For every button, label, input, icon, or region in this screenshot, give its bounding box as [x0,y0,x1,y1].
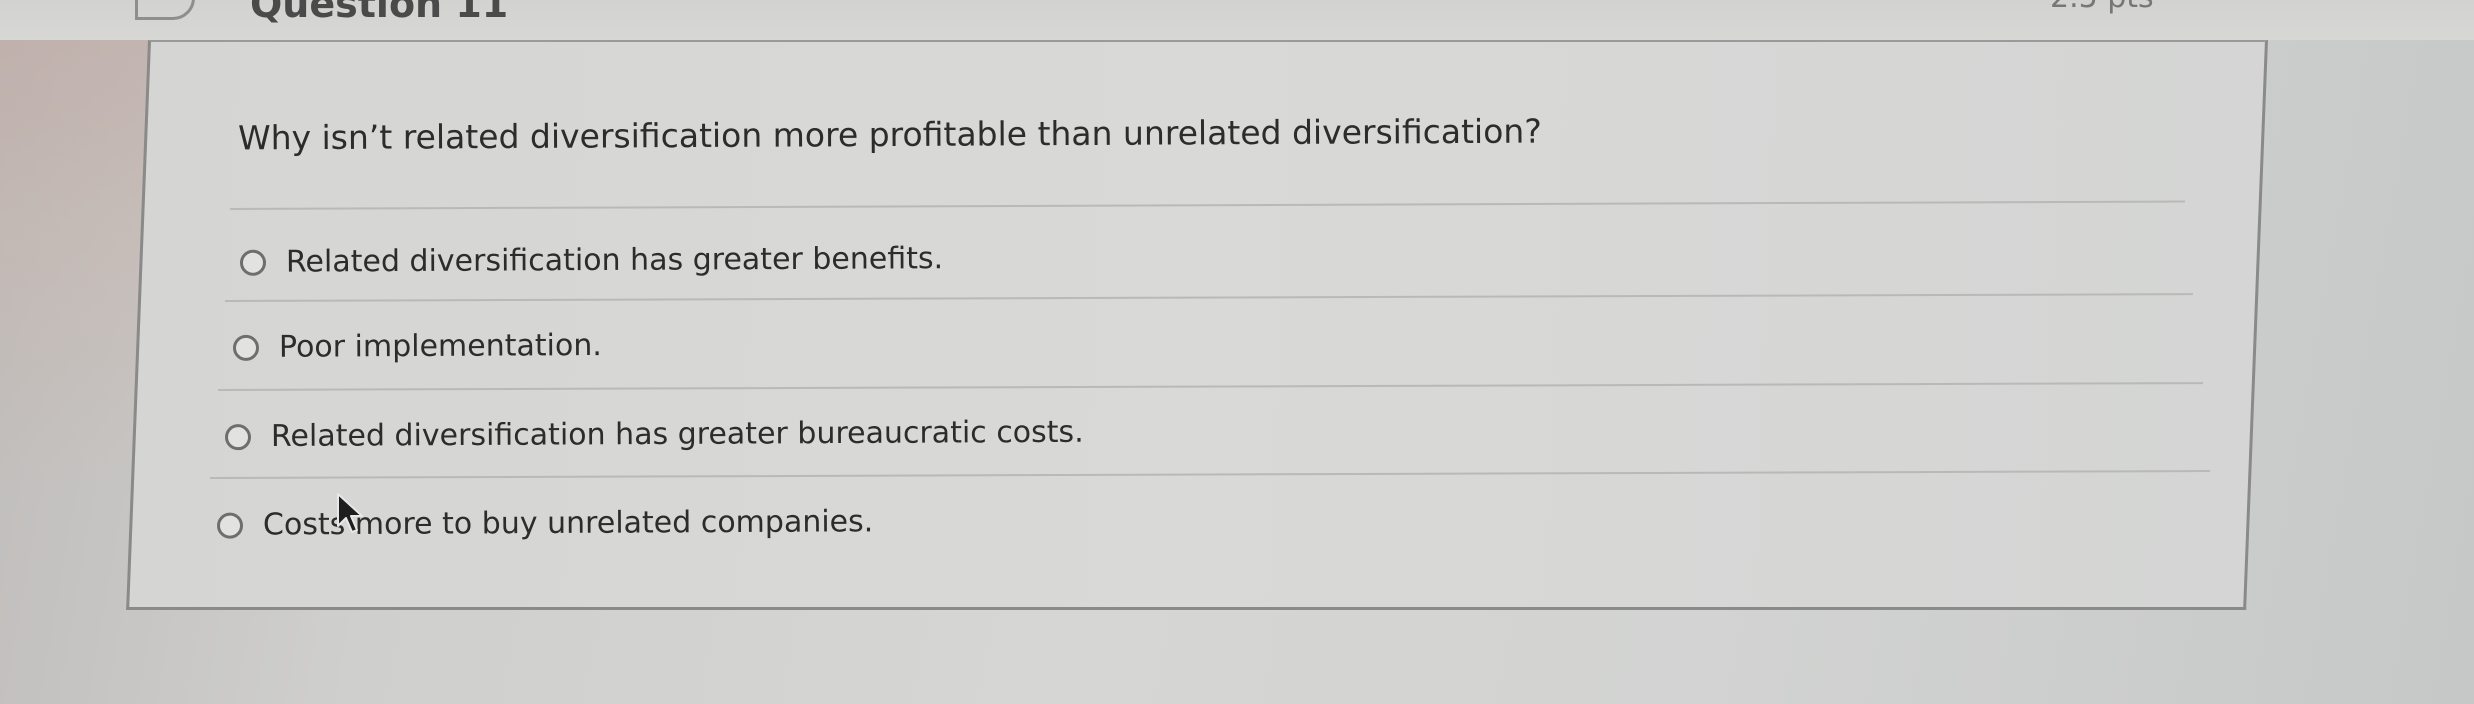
question-title: Question 11 [250,0,509,26]
radio-empty-icon[interactable] [224,423,252,450]
radio-empty-icon[interactable] [239,249,267,276]
answer-option-3[interactable]: Related diversification has greater bure… [224,415,1084,454]
answer-label[interactable]: Related diversification has greater bure… [271,415,1084,454]
mouse-pointer-icon [337,493,363,533]
answer-option-1[interactable]: Related diversification has greater bene… [239,241,943,280]
answer-option-2[interactable]: Poor implementation. [232,328,602,365]
answer-label[interactable]: Poor implementation. [279,328,602,365]
radio-empty-icon[interactable] [232,334,260,361]
question-prompt: Why isn’t related diversification more p… [237,111,1542,158]
answer-option-4[interactable]: Costs more to buy unrelated companies. [216,504,873,542]
question-points: 2.5 pts [2050,0,2154,15]
answer-label[interactable]: Related diversification has greater bene… [286,241,943,279]
radio-empty-icon[interactable] [216,512,244,539]
